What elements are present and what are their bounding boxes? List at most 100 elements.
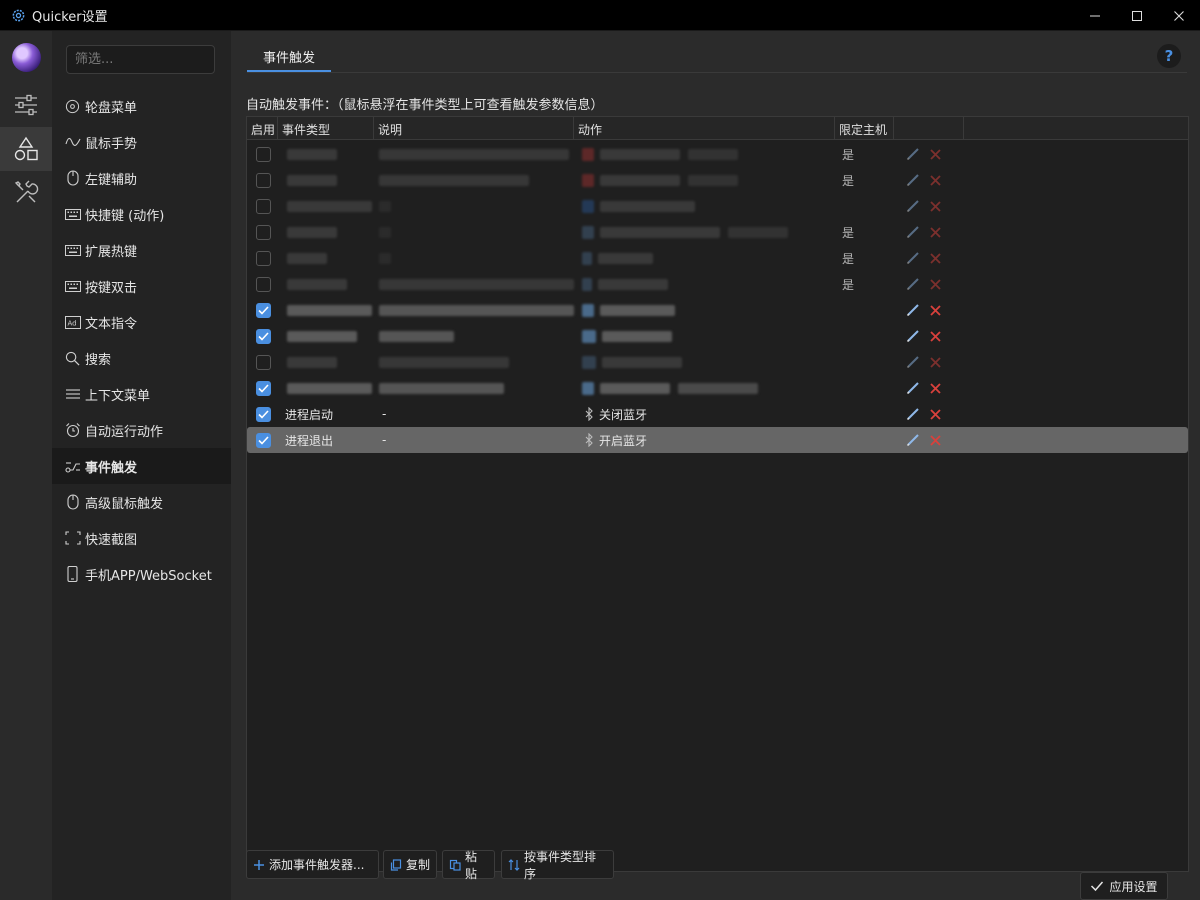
edit-icon[interactable] <box>905 276 921 292</box>
delete-icon[interactable] <box>927 406 943 422</box>
redacted-note <box>379 252 391 264</box>
redacted-action-extra <box>728 226 788 238</box>
redacted-note <box>379 200 391 212</box>
sidebar-item-13[interactable]: 手机APP/WebSocket <box>52 556 231 592</box>
event-trigger-table: 启用 事件类型 说明 动作 限定主机 是是是是是进程启动 - 关闭蓝牙 进程退出 - 开启… <box>246 116 1189 872</box>
col-note[interactable]: 说明 <box>374 117 574 139</box>
edit-icon[interactable] <box>905 198 921 214</box>
sidebar-item-6[interactable]: Ad 文本指令 <box>52 304 231 340</box>
delete-icon[interactable] <box>927 380 943 396</box>
sidebar-item-12[interactable]: 快速截图 <box>52 520 231 556</box>
enabled-checkbox[interactable] <box>256 354 271 370</box>
edit-icon[interactable] <box>905 172 921 188</box>
sidebar-item-5[interactable]: 按键双击 <box>52 268 231 304</box>
sidebar-item-9[interactable]: 自动运行动作 <box>52 412 231 448</box>
edit-icon[interactable] <box>905 146 921 162</box>
edit-icon[interactable] <box>905 380 921 396</box>
redacted-action <box>602 356 682 368</box>
rail-tools-button[interactable] <box>0 171 52 215</box>
sort-by-type-button[interactable]: 按事件类型排序 <box>501 849 614 881</box>
enabled-checkbox[interactable] <box>256 224 271 240</box>
table-row[interactable]: 是 <box>247 271 1188 297</box>
minimize-button[interactable] <box>1074 0 1116 31</box>
apply-settings-button[interactable]: 应用设置 <box>1080 872 1168 900</box>
search-icon <box>64 350 81 367</box>
sidebar-item-label: 轮盘菜单 <box>85 100 138 116</box>
edit-icon[interactable] <box>905 328 921 344</box>
main-panel: 事件触发 ? 自动触发事件：（鼠标悬浮在事件类型上可查看触发参数信息） 启用 事… <box>231 31 1200 900</box>
enabled-checkbox[interactable] <box>256 328 271 344</box>
redacted-action-icon <box>582 381 594 395</box>
avatar[interactable] <box>12 43 41 72</box>
event-type-cell[interactable]: 进程退出 <box>285 427 333 453</box>
maximize-button[interactable] <box>1116 0 1158 31</box>
filter-input[interactable] <box>66 45 215 74</box>
enabled-checkbox[interactable] <box>256 432 271 448</box>
rail-settings-button[interactable] <box>0 83 52 127</box>
delete-icon[interactable] <box>927 198 943 214</box>
sidebar-item-0[interactable]: 轮盘菜单 <box>52 88 231 124</box>
edit-icon[interactable] <box>905 354 921 370</box>
enabled-checkbox[interactable] <box>256 172 271 188</box>
sidebar-item-7[interactable]: 搜索 <box>52 340 231 376</box>
redacted-event-type <box>287 226 337 238</box>
paste-button[interactable]: 粘贴 <box>442 850 495 881</box>
table-row[interactable] <box>247 297 1188 323</box>
delete-icon[interactable] <box>927 302 943 318</box>
col-host[interactable]: 限定主机 <box>835 117 894 139</box>
enabled-checkbox[interactable] <box>256 198 271 214</box>
redacted-action <box>600 226 720 238</box>
col-action[interactable]: 动作 <box>574 117 835 139</box>
sidebar-item-1[interactable]: 鼠标手势 <box>52 124 231 160</box>
col-event-type[interactable]: 事件类型 <box>278 117 374 139</box>
delete-icon[interactable] <box>927 276 943 292</box>
table-row[interactable] <box>247 349 1188 375</box>
table-row[interactable]: 是 <box>247 219 1188 245</box>
edit-icon[interactable] <box>905 432 921 448</box>
table-row[interactable] <box>247 375 1188 401</box>
table-row[interactable]: 是 <box>247 167 1188 193</box>
sidebar-item-3[interactable]: 快捷键 (动作) <box>52 196 231 232</box>
table-row[interactable]: 进程启动 - 关闭蓝牙 <box>247 401 1188 427</box>
redacted-action <box>598 278 668 290</box>
table-row[interactable]: 是 <box>247 141 1188 167</box>
edit-icon[interactable] <box>905 302 921 318</box>
enabled-checkbox[interactable] <box>256 302 271 318</box>
col-enabled[interactable]: 启用 <box>247 117 278 139</box>
delete-icon[interactable] <box>927 250 943 266</box>
redacted-action <box>600 174 680 186</box>
event-type-cell[interactable]: 进程启动 <box>285 401 333 427</box>
delete-icon[interactable] <box>927 172 943 188</box>
delete-icon[interactable] <box>927 354 943 370</box>
add-trigger-button[interactable]: 添加事件触发器... <box>246 850 379 879</box>
delete-icon[interactable] <box>927 432 943 448</box>
sidebar-item-4[interactable]: 扩展热键 <box>52 232 231 268</box>
redacted-action-icon <box>582 147 594 161</box>
enabled-checkbox[interactable] <box>256 250 271 266</box>
delete-icon[interactable] <box>927 224 943 240</box>
edit-icon[interactable] <box>905 406 921 422</box>
rail-triggers-button[interactable] <box>0 127 52 171</box>
table-row[interactable] <box>247 193 1188 219</box>
close-button[interactable] <box>1158 0 1200 31</box>
delete-icon[interactable] <box>927 328 943 344</box>
enabled-checkbox[interactable] <box>256 146 271 162</box>
enabled-checkbox[interactable] <box>256 380 271 396</box>
table-row[interactable]: 是 <box>247 245 1188 271</box>
enabled-checkbox[interactable] <box>256 276 271 292</box>
table-row[interactable]: 进程退出 - 开启蓝牙 <box>247 427 1188 453</box>
delete-icon[interactable] <box>927 146 943 162</box>
redacted-note <box>379 330 454 342</box>
help-button[interactable]: ? <box>1157 44 1181 68</box>
enabled-checkbox[interactable] <box>256 406 271 422</box>
sidebar-item-8[interactable]: 上下文菜单 <box>52 376 231 412</box>
edit-icon[interactable] <box>905 250 921 266</box>
sidebar-item-2[interactable]: 左键辅助 <box>52 160 231 196</box>
table-row[interactable] <box>247 323 1188 349</box>
copy-button[interactable]: 复制 <box>383 850 437 879</box>
sidebar-item-10[interactable]: 事件触发 <box>52 448 231 484</box>
tab-event-trigger[interactable]: 事件触发 <box>247 43 332 73</box>
edit-icon[interactable] <box>905 224 921 240</box>
sort-label: 按事件类型排序 <box>524 849 597 881</box>
sidebar-item-11[interactable]: 高级鼠标触发 <box>52 484 231 520</box>
